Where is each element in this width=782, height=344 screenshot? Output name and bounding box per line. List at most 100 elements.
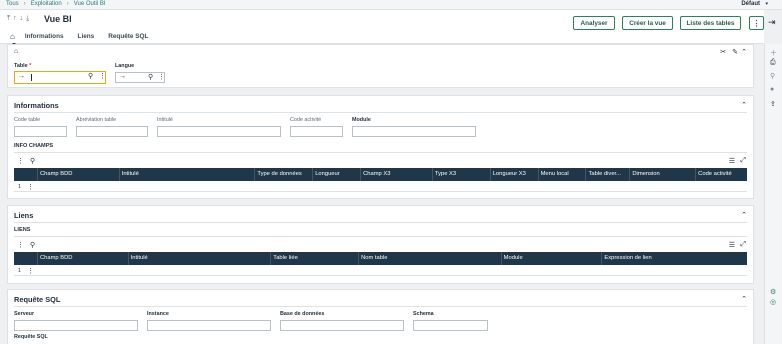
search-icon[interactable]: ⚲ [88, 72, 93, 80]
code-table-field[interactable] [14, 126, 67, 137]
chevron-up-icon[interactable]: ⌃ [741, 101, 747, 109]
chevron-right-icon: › [66, 1, 69, 7]
requete-sql-section: Requête SQL ⌃ Serveur Instance Base de d… [7, 289, 754, 344]
row-number: 1 [18, 184, 21, 190]
kebab-icon[interactable]: ⋮ [17, 157, 24, 165]
search-icon[interactable]: ⚲ [30, 241, 35, 249]
instance-field[interactable] [147, 320, 271, 331]
langue-label: Langue [115, 63, 135, 69]
home-icon[interactable]: ⌂ [14, 48, 18, 55]
abreviation-field[interactable] [76, 126, 148, 137]
column-header[interactable]: Dimension [630, 168, 697, 181]
kebab-icon[interactable]: ⋮ [27, 183, 34, 191]
attachment-icon[interactable]: ⚲ [770, 72, 775, 80]
caret-down-icon[interactable]: ▾ [765, 1, 768, 7]
export-icon[interactable]: ⇪ [770, 100, 776, 108]
liens-section: Liens ⌃ LIENS ⋮ ⚲ ☰ ⤢ Champ BDD Intitulé… [7, 205, 754, 284]
tools-icon[interactable]: ✂ [720, 48, 726, 56]
table-input[interactable]: → ⚲ ⋮ [14, 71, 106, 84]
first-record-icon[interactable]: ⤒ [7, 15, 10, 23]
chevron-up-icon[interactable]: ⌃ [741, 48, 747, 56]
column-header[interactable]: Type de données [255, 168, 314, 181]
requete-sql-label: Requête SQL [14, 334, 48, 340]
right-sidebar: ＋ ⎙ ⚲ ● ⇪ ⚙ ◎ [764, 44, 782, 344]
home-icon[interactable]: ⌂ [10, 32, 16, 47]
creer-vue-button[interactable]: Créer la vue [622, 16, 673, 30]
chevron-right-icon: › [23, 1, 26, 7]
exit-icon[interactable]: ⇥ [768, 17, 776, 28]
layers-icon[interactable]: ☰ [729, 241, 735, 249]
serveur-field[interactable] [14, 320, 138, 331]
column-header[interactable]: Intitulé [129, 252, 272, 265]
info-champs-title: INFO CHAMPS [14, 143, 54, 149]
intitule-label: Intitulé [157, 117, 173, 123]
informations-section: Informations ⌃ Code table Abréviation ta… [7, 95, 754, 199]
divider [14, 306, 747, 307]
previous-record-icon[interactable]: ↑ [13, 15, 17, 23]
instance-label: Instance [147, 311, 169, 317]
expand-icon[interactable]: ⤢ [740, 241, 746, 249]
table-row[interactable]: 1 ⋮ [14, 266, 747, 276]
liste-tables-button[interactable]: Liste des tables [680, 16, 741, 30]
more-actions-button[interactable]: ⋮ [749, 16, 764, 30]
next-record-icon[interactable]: ↓ [20, 15, 24, 23]
chevron-up-icon[interactable]: ⌃ [741, 211, 747, 219]
column-header[interactable]: Longueur [313, 168, 362, 181]
column-header[interactable]: Table diver... [586, 168, 631, 181]
arrow-icon: → [18, 73, 25, 80]
liens-header: Champ BDD Intitulé Table liée Nom table … [14, 252, 747, 265]
breadcrumb-vue-outil-bi[interactable]: Vue Outil BI [74, 1, 106, 7]
kebab-icon[interactable]: ⋮ [27, 267, 34, 275]
breadcrumb-exploitation[interactable]: Exploitation [31, 1, 62, 7]
settings-icon[interactable]: ⚙ [770, 288, 776, 296]
grid-toolbar: ⋮ ⚲ ☰ ⤢ [14, 241, 747, 251]
record-navigation: ⤒ ↑ ↓ ⤓ [7, 15, 29, 23]
column-header[interactable]: Champ BDD [38, 168, 120, 181]
column-header[interactable]: Table liée [271, 252, 360, 265]
column-header[interactable]: Expression de lien [602, 252, 747, 265]
base-donnees-field[interactable] [280, 320, 404, 331]
module-field[interactable] [352, 126, 476, 137]
column-header[interactable]: Champ BDD [38, 252, 129, 265]
search-icon[interactable]: ⚲ [148, 73, 153, 81]
divider [14, 236, 747, 237]
intitule-field[interactable] [157, 126, 281, 137]
filter-panel: ⌂ ✂ ✎ ⌃ Table * → ⚲ ⋮ Langue → ⚲ ⋮ [7, 44, 754, 88]
analyser-button[interactable]: Analyser [573, 16, 615, 30]
section-title: Liens [14, 211, 34, 220]
tab-informations[interactable]: Informations [25, 33, 64, 40]
column-header[interactable]: Menu local [539, 168, 587, 181]
breadcrumb-bar: Tous › Exploitation › Vue Outil BI Défau… [0, 0, 782, 10]
langue-input[interactable]: → ⚲ ⋮ [115, 72, 165, 83]
column-header[interactable]: Intitulé [120, 168, 256, 181]
tab-requete-sql[interactable]: Requête SQL [108, 33, 148, 40]
help-icon[interactable]: ◎ [770, 298, 776, 306]
add-icon[interactable]: ＋ [770, 48, 777, 58]
schema-field[interactable] [413, 320, 488, 331]
column-header[interactable]: Champ X3 [361, 168, 433, 181]
kebab-icon[interactable]: ⋮ [158, 73, 165, 81]
divider [14, 152, 747, 153]
column-header[interactable]: Longueur X3 [491, 168, 539, 181]
print-icon[interactable]: ⎙ [770, 59, 776, 67]
column-header[interactable]: Nom table [359, 252, 502, 265]
last-record-icon[interactable]: ⤓ [26, 15, 29, 23]
column-header[interactable]: Type X3 [433, 168, 491, 181]
serveur-label: Serveur [14, 311, 35, 317]
schema-label: Schema [413, 311, 434, 317]
tab-liens[interactable]: Liens [78, 33, 95, 40]
search-icon[interactable]: ⚲ [30, 157, 35, 165]
kebab-icon[interactable]: ⋮ [17, 241, 24, 249]
column-header[interactable]: Module [502, 252, 603, 265]
code-activite-field[interactable] [290, 126, 343, 137]
column-header[interactable]: Code activité [696, 168, 747, 181]
comment-icon[interactable]: ● [770, 86, 774, 93]
table-row[interactable]: 1 ⋮ [14, 182, 747, 192]
breadcrumb-tous[interactable]: Tous [6, 1, 19, 7]
user-menu[interactable]: Défaut [741, 1, 760, 7]
edit-icon[interactable]: ✎ [732, 48, 738, 56]
chevron-up-icon[interactable]: ⌃ [741, 295, 747, 303]
layers-icon[interactable]: ☰ [729, 157, 735, 165]
kebab-icon[interactable]: ⋮ [99, 72, 106, 80]
expand-icon[interactable]: ⤢ [740, 157, 746, 165]
